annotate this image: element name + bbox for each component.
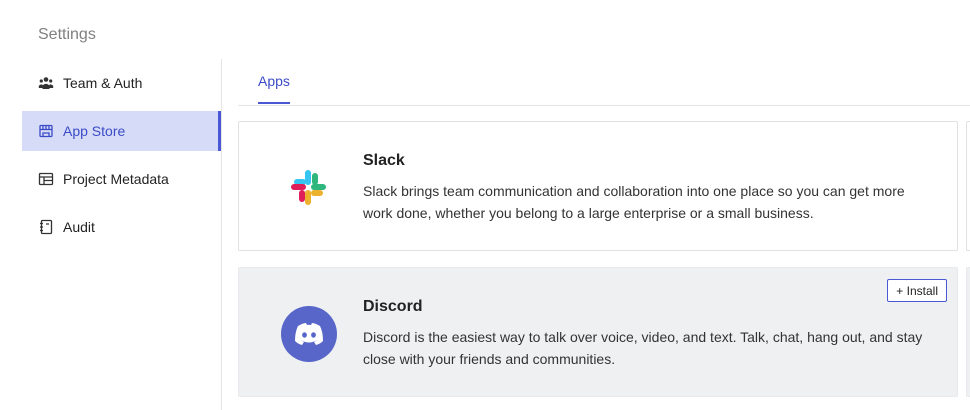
slack-icon — [281, 160, 337, 216]
app-card-discord[interactable]: Discord Discord is the easiest way to ta… — [238, 267, 958, 397]
sidebar-item-team-auth[interactable]: Team & Auth — [22, 63, 221, 103]
app-name: Slack — [363, 152, 405, 169]
sidebar-item-project-metadata[interactable]: Project Metadata — [22, 159, 221, 199]
notebook-icon — [38, 219, 54, 235]
sidebar-item-app-store[interactable]: App Store — [22, 111, 221, 151]
app-description: Discord is the easiest way to talk over … — [363, 329, 923, 367]
app-name: Discord — [363, 298, 423, 315]
table-icon — [38, 171, 54, 187]
team-icon — [38, 75, 54, 91]
sidebar-item-label: Audit — [63, 219, 95, 235]
app-card-partial — [966, 121, 970, 251]
sidebar-item-label: App Store — [63, 123, 126, 139]
sidebar-item-label: Project Metadata — [63, 171, 169, 187]
store-icon — [38, 123, 54, 139]
settings-sidebar: Team & Auth App Store Project Metadata A… — [22, 63, 221, 255]
app-card-partial — [966, 267, 970, 397]
app-card-slack[interactable]: Slack Slack brings team communication an… — [238, 121, 958, 251]
app-description: Slack brings team communication and coll… — [363, 183, 905, 221]
sidebar-item-audit[interactable]: Audit — [22, 207, 221, 247]
discord-icon — [281, 306, 337, 362]
tab-bar: Apps — [238, 59, 970, 106]
tab-apps[interactable]: Apps — [238, 73, 310, 104]
install-button[interactable]: + Install — [887, 279, 947, 302]
page-title: Settings — [38, 26, 96, 43]
sidebar-divider — [221, 59, 222, 410]
sidebar-item-label: Team & Auth — [63, 75, 143, 91]
